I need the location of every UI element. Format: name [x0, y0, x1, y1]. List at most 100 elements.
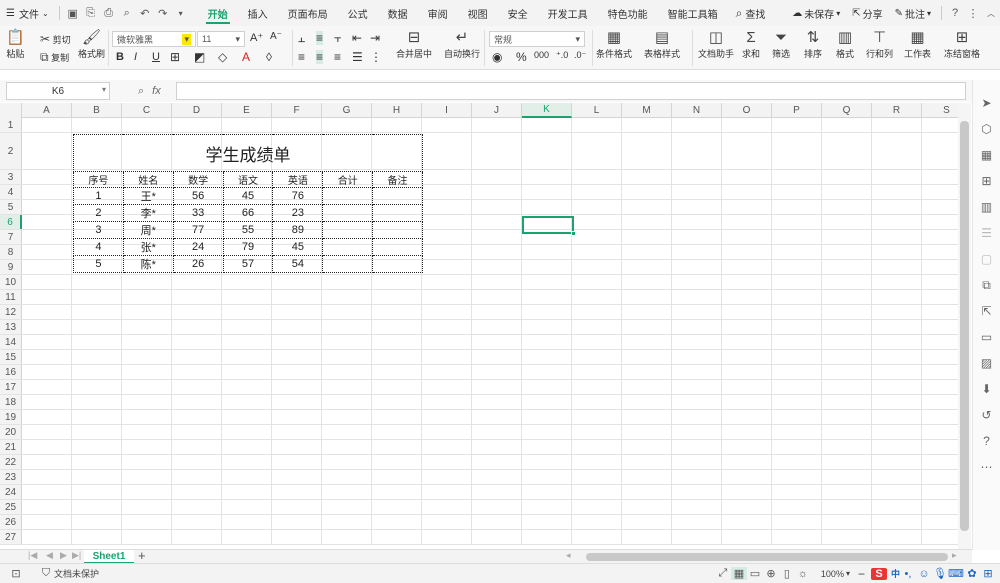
cell[interactable] [472, 290, 522, 304]
column-header-s[interactable]: S [922, 103, 958, 118]
cell[interactable] [422, 245, 472, 259]
cell[interactable] [222, 485, 272, 499]
underline-icon[interactable]: U [152, 51, 160, 63]
cell[interactable] [622, 275, 672, 289]
cell[interactable] [572, 260, 622, 274]
table-cell[interactable]: 陈* [122, 255, 174, 273]
cell[interactable] [722, 395, 772, 409]
cell[interactable] [522, 118, 572, 132]
font-color-icon[interactable]: A [242, 50, 250, 64]
column-header-j[interactable]: J [472, 103, 522, 118]
cell[interactable] [622, 290, 672, 304]
cell[interactable] [372, 515, 422, 529]
cell[interactable] [872, 410, 922, 424]
cell[interactable] [422, 320, 472, 334]
cell[interactable] [322, 320, 372, 334]
cell[interactable] [872, 290, 922, 304]
cell[interactable] [372, 350, 422, 364]
cell[interactable] [422, 133, 472, 169]
cell[interactable] [822, 350, 872, 364]
cell[interactable] [822, 380, 872, 394]
zoom-function-icon[interactable]: ⌕ [138, 85, 144, 98]
cell[interactable] [422, 230, 472, 244]
cell[interactable] [322, 440, 372, 454]
row-header[interactable]: 5 [0, 200, 22, 214]
cell[interactable] [522, 350, 572, 364]
cell[interactable] [522, 425, 572, 439]
column-header-l[interactable]: L [572, 103, 622, 118]
cell[interactable] [422, 170, 472, 184]
cell[interactable] [722, 275, 772, 289]
cell[interactable] [822, 320, 872, 334]
cell[interactable] [272, 455, 322, 469]
table-cell[interactable]: 23 [272, 204, 324, 222]
align-center-icon[interactable]: ≡ [316, 50, 324, 64]
cell[interactable] [622, 425, 672, 439]
cell[interactable] [222, 515, 272, 529]
cell[interactable] [672, 118, 722, 132]
cell[interactable] [472, 200, 522, 214]
cell[interactable] [72, 320, 122, 334]
cell[interactable] [172, 485, 222, 499]
cell[interactable] [222, 395, 272, 409]
cell[interactable] [872, 260, 922, 274]
cell[interactable] [922, 200, 958, 214]
cell[interactable] [722, 350, 772, 364]
cell[interactable] [472, 230, 522, 244]
cell[interactable] [872, 305, 922, 319]
cell[interactable] [672, 500, 722, 514]
cell[interactable] [722, 260, 772, 274]
cell[interactable] [222, 335, 272, 349]
cell[interactable] [722, 485, 772, 499]
cell[interactable] [622, 485, 672, 499]
cell[interactable] [272, 305, 322, 319]
cell[interactable] [872, 335, 922, 349]
cell[interactable] [122, 425, 172, 439]
next-sheet-icon[interactable]: ▶ [60, 550, 67, 561]
cell[interactable] [772, 245, 822, 259]
cell[interactable] [372, 530, 422, 544]
cell[interactable] [422, 500, 472, 514]
cell[interactable] [272, 485, 322, 499]
ime-punctuation-icon[interactable]: •, [900, 568, 916, 580]
cell[interactable] [122, 455, 172, 469]
align-middle-icon[interactable]: ≡ [316, 31, 324, 45]
cell[interactable] [22, 500, 72, 514]
row-header[interactable]: 20 [0, 425, 22, 439]
cell[interactable] [672, 260, 722, 274]
cell[interactable] [372, 275, 422, 289]
cell[interactable] [72, 380, 122, 394]
ime-skin-icon[interactable]: ✿ [964, 567, 980, 580]
cell[interactable] [222, 305, 272, 319]
border-icon[interactable]: ⊞ [170, 50, 180, 64]
cell[interactable] [322, 425, 372, 439]
cell[interactable] [172, 440, 222, 454]
cell[interactable] [572, 245, 622, 259]
cell[interactable] [822, 305, 872, 319]
table-cell[interactable]: 66 [222, 204, 274, 222]
cell[interactable] [622, 260, 672, 274]
cell[interactable] [922, 185, 958, 199]
cell[interactable] [622, 215, 672, 229]
cell[interactable] [622, 118, 672, 132]
download-icon[interactable]: ⬇ [978, 380, 996, 398]
column-header-n[interactable]: N [672, 103, 722, 118]
cell[interactable] [472, 215, 522, 229]
cell[interactable] [422, 395, 472, 409]
cell[interactable] [822, 275, 872, 289]
table-cell[interactable]: 3 [73, 221, 124, 239]
cell[interactable] [222, 290, 272, 304]
cell[interactable] [622, 410, 672, 424]
cell[interactable] [572, 215, 622, 229]
font-size-select[interactable]: 11 ▾ [197, 31, 245, 47]
table-cell[interactable]: 王* [122, 187, 174, 205]
column-header-a[interactable]: A [22, 103, 72, 118]
cell[interactable] [372, 335, 422, 349]
cell[interactable] [772, 275, 822, 289]
cell[interactable] [222, 350, 272, 364]
cell[interactable] [622, 335, 672, 349]
cell[interactable] [122, 410, 172, 424]
cell[interactable] [622, 395, 672, 409]
cell[interactable] [872, 485, 922, 499]
cell[interactable] [772, 425, 822, 439]
